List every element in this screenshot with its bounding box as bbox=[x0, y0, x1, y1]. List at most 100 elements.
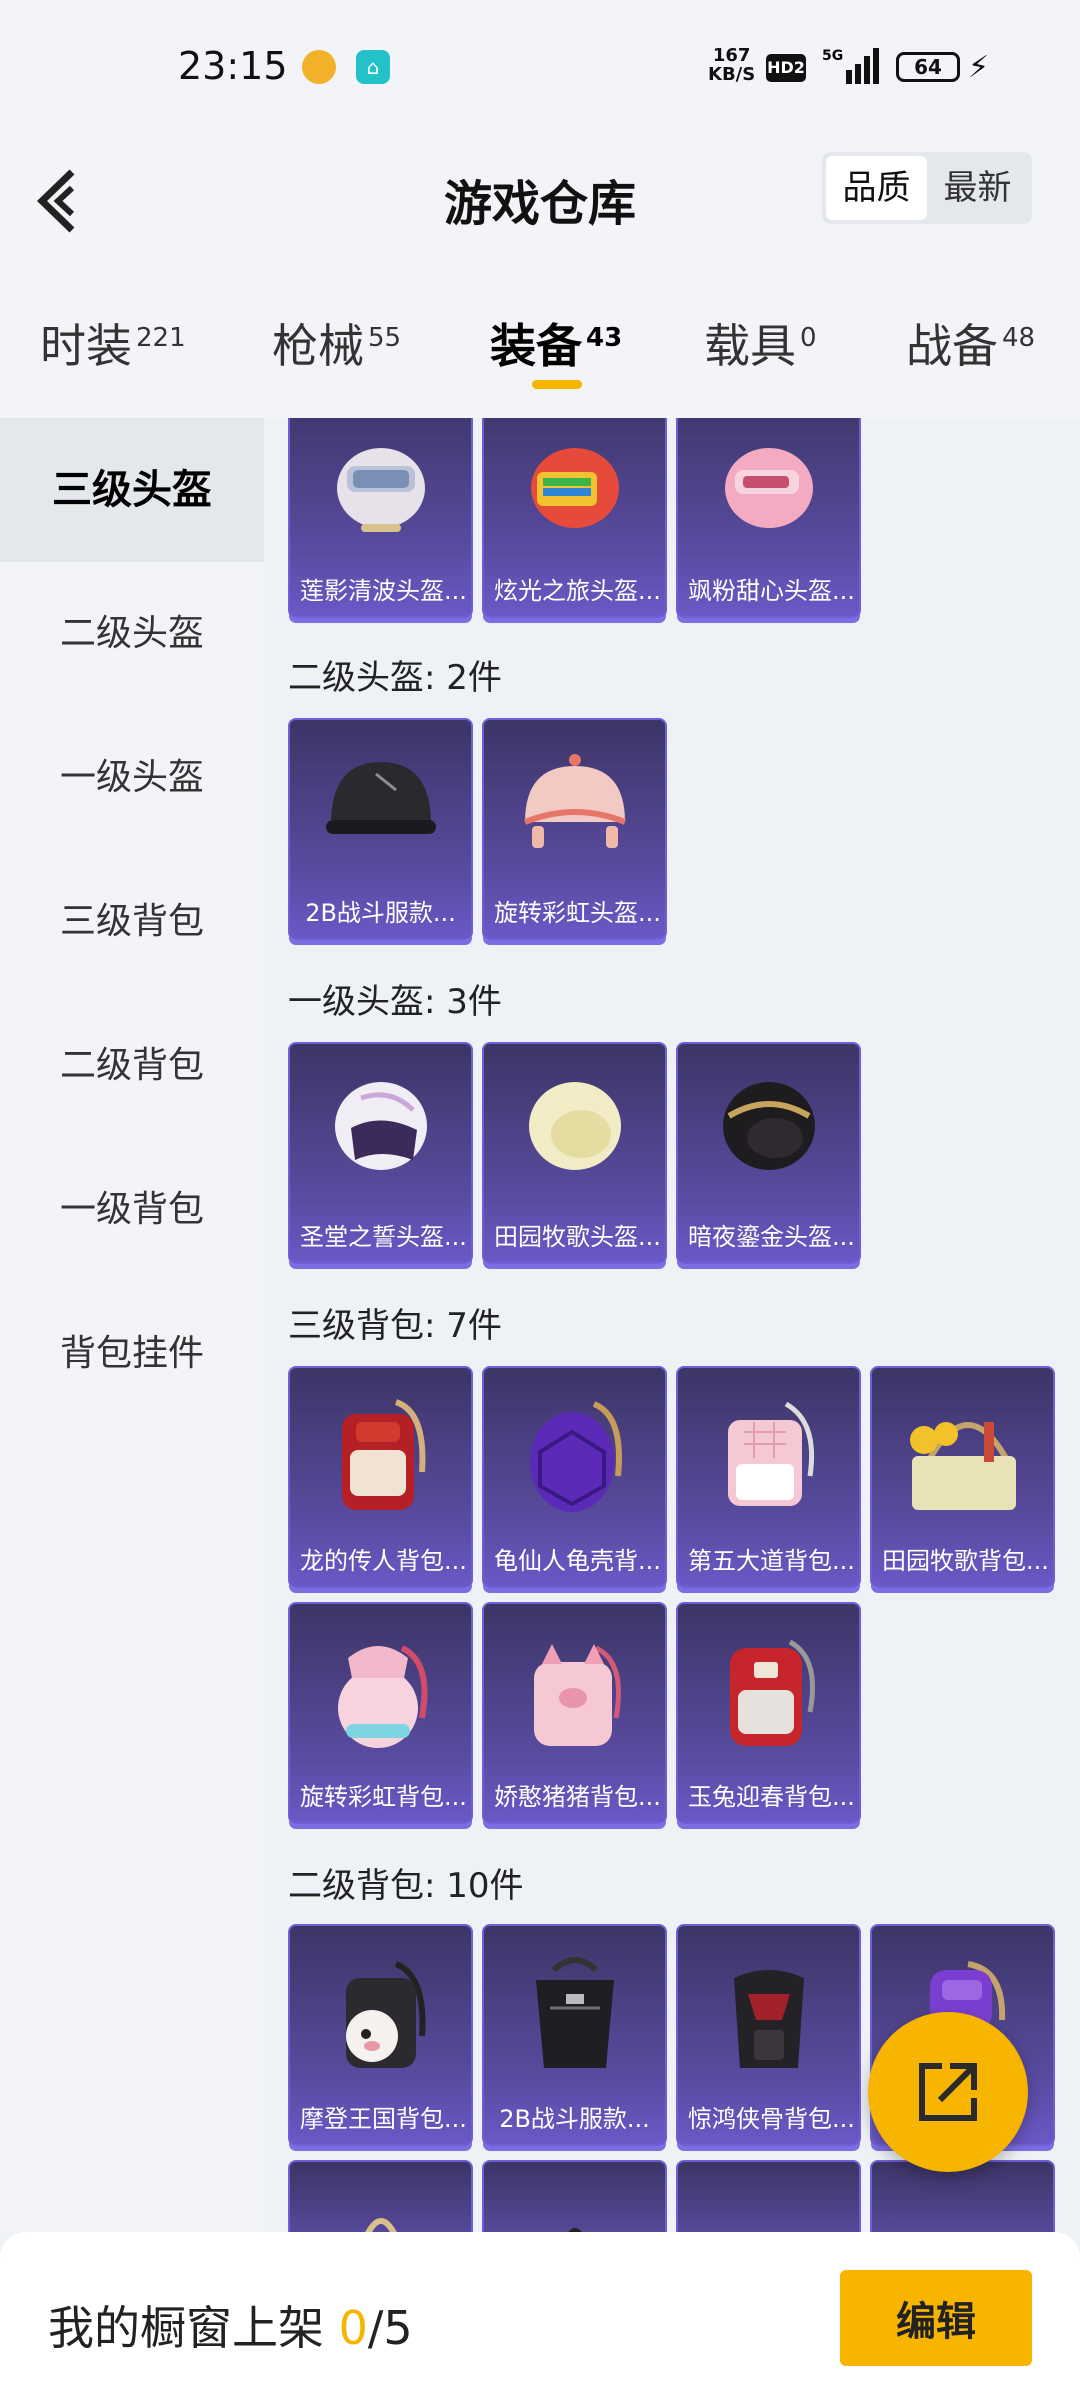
backpack-icon bbox=[535, 1957, 614, 2068]
item-name: 暗夜鎏金头盔... bbox=[688, 1223, 855, 1251]
item-card[interactable]: 田园牧歌背包... bbox=[870, 1366, 1055, 1588]
backpack-icon bbox=[733, 1970, 804, 2068]
backpack-icon bbox=[529, 1401, 622, 1512]
item-name: 旋转彩虹头盔... bbox=[494, 899, 661, 927]
item-card[interactable]: 惊鸿侠骨背包... bbox=[676, 1924, 861, 2146]
tab-vehicles[interactable]: 载具 0 bbox=[704, 310, 817, 376]
item-card[interactable]: 莲影清波头盔... bbox=[288, 418, 473, 618]
status-time: 23:15 bbox=[178, 44, 288, 88]
sidebar-item-level3-backpack[interactable]: 三级背包 bbox=[0, 850, 264, 994]
signal-icon: 5G bbox=[822, 48, 879, 84]
item-grid: 莲影清波头盔... 炫光之旅头盔... 飒粉甜心头盔... 二级头盔: 2件 2… bbox=[264, 418, 1080, 2232]
item-card[interactable]: 暗夜鎏金头盔... bbox=[676, 1042, 861, 1264]
item-name: 田园牧歌头盔... bbox=[494, 1223, 661, 1251]
category-sidebar: 三级头盔 二级头盔 一级头盔 三级背包 二级背包 一级背包 背包挂件 bbox=[0, 418, 264, 2232]
sort-toggle: 品质 最新 bbox=[822, 152, 1032, 224]
bottom-bar: 我的橱窗上架 0/5 编辑 bbox=[0, 2232, 1080, 2400]
backpack-icon bbox=[533, 1644, 621, 1746]
backpack-icon bbox=[727, 1401, 814, 1506]
item-card[interactable]: 炫光之旅头盔... bbox=[482, 418, 667, 618]
home-app-icon: ⌂ bbox=[356, 50, 390, 84]
item-name: 龟仙人龟壳背... bbox=[494, 1547, 661, 1575]
category-tabs: 时装 221 枪械 55 装备 43 载具 0 战备 48 bbox=[0, 280, 1080, 418]
item-card[interactable]: 2B战斗服款... bbox=[288, 718, 473, 940]
backpack-icon bbox=[337, 1645, 427, 1748]
tab-guns[interactable]: 枪械 55 bbox=[272, 310, 401, 376]
item-card[interactable]: 旋转彩虹背包... bbox=[288, 1602, 473, 1824]
helmet-icon bbox=[336, 448, 425, 532]
notification-app-icon bbox=[302, 50, 336, 84]
helmet-icon bbox=[528, 1082, 621, 1170]
helmet-icon bbox=[523, 754, 626, 848]
item-name: 龙的传人背包... bbox=[300, 1547, 467, 1575]
helmet-icon bbox=[530, 448, 619, 528]
status-bar: 23:15 ⌂ 167 KB/S HD2 5G 64 ⚡ bbox=[0, 0, 1080, 140]
item-card[interactable]: 2B战斗服款... bbox=[482, 1924, 667, 2146]
item-card[interactable] bbox=[870, 2160, 1055, 2232]
section-title-level3-backpack: 三级背包: 7件 bbox=[288, 1306, 502, 1346]
sidebar-item-level2-helmet[interactable]: 二级头盔 bbox=[0, 562, 264, 706]
tab-fashion[interactable]: 时装 221 bbox=[40, 310, 186, 376]
item-card[interactable]: 圣堂之誓头盔... bbox=[288, 1042, 473, 1264]
item-name: 田园牧歌背包... bbox=[882, 1547, 1049, 1575]
item-card[interactable] bbox=[482, 2160, 667, 2232]
network-speed: 167 KB/S bbox=[708, 45, 756, 85]
item-card[interactable]: 龟仙人龟壳背... bbox=[482, 1366, 667, 1588]
battery-icon: 64 bbox=[896, 52, 960, 82]
item-name: 2B战斗服款... bbox=[499, 2105, 650, 2133]
item-name: 第五大道背包... bbox=[688, 1547, 855, 1575]
helmet-icon bbox=[724, 448, 813, 528]
section-title-level1-helmet: 一级头盔: 3件 bbox=[288, 982, 502, 1022]
sidebar-item-backpack-charm[interactable]: 背包挂件 bbox=[0, 1282, 264, 1426]
sort-quality-option[interactable]: 品质 bbox=[826, 156, 927, 220]
item-card[interactable] bbox=[676, 2160, 861, 2232]
sidebar-item-level3-helmet[interactable]: 三级头盔 bbox=[0, 418, 264, 562]
item-name: 惊鸿侠骨背包... bbox=[688, 2105, 855, 2133]
section-title-level2-backpack: 二级背包: 10件 bbox=[288, 1866, 524, 1906]
item-name: 娇憨猪猪背包... bbox=[494, 1783, 661, 1811]
item-name: 玉兔迎春背包... bbox=[688, 1783, 855, 1811]
item-card[interactable]: 摩登王国背包... bbox=[288, 1924, 473, 2146]
item-card[interactable]: 田园牧歌头盔... bbox=[482, 1042, 667, 1264]
item-card[interactable]: 旋转彩虹头盔... bbox=[482, 718, 667, 940]
item-card[interactable]: 娇憨猪猪背包... bbox=[482, 1602, 667, 1824]
item-card[interactable]: 第五大道背包... bbox=[676, 1366, 861, 1588]
helmet-icon bbox=[722, 1082, 815, 1170]
item-card[interactable]: 飒粉甜心头盔... bbox=[676, 418, 861, 618]
item-name: 飒粉甜心头盔... bbox=[688, 577, 855, 605]
backpack-icon bbox=[345, 1961, 425, 2068]
showcase-count: 我的橱窗上架 0/5 bbox=[48, 2301, 413, 2355]
active-tab-indicator bbox=[532, 380, 582, 389]
section-title-level2-helmet: 二级头盔: 2件 bbox=[288, 658, 502, 698]
edit-button[interactable]: 编辑 bbox=[840, 2270, 1032, 2366]
backpack-icon bbox=[364, 2218, 397, 2232]
helmet-icon bbox=[325, 762, 436, 834]
backpack-icon bbox=[714, 2186, 824, 2232]
item-card[interactable]: 龙的传人背包... bbox=[288, 1366, 473, 1588]
item-card[interactable]: 玉兔迎春背包... bbox=[676, 1602, 861, 1824]
tab-equipment[interactable]: 装备 43 bbox=[490, 310, 622, 376]
item-name: 旋转彩虹背包... bbox=[300, 1783, 467, 1811]
hd-voice-icon: HD2 bbox=[766, 54, 806, 82]
tab-supplies[interactable]: 战备 48 bbox=[906, 310, 1035, 376]
backpack-icon bbox=[909, 1422, 1016, 1510]
sidebar-item-level2-backpack[interactable]: 二级背包 bbox=[0, 994, 264, 1138]
backpack-icon bbox=[341, 1399, 425, 1510]
item-name: 炫光之旅头盔... bbox=[494, 577, 661, 605]
sidebar-item-level1-backpack[interactable]: 一级背包 bbox=[0, 1138, 264, 1282]
share-icon bbox=[919, 2063, 977, 2121]
sort-newest-option[interactable]: 最新 bbox=[927, 156, 1028, 220]
item-card[interactable] bbox=[288, 2160, 473, 2232]
item-name: 2B战斗服款... bbox=[305, 899, 456, 927]
helmet-icon bbox=[334, 1082, 427, 1170]
backpack-icon bbox=[729, 1639, 815, 1746]
share-button[interactable] bbox=[868, 2012, 1028, 2172]
backpack-icon bbox=[568, 2228, 581, 2232]
sidebar-item-level1-helmet[interactable]: 一级头盔 bbox=[0, 706, 264, 850]
backpack-icon bbox=[908, 2186, 1018, 2232]
item-name: 摩登王国背包... bbox=[300, 2105, 467, 2133]
item-name: 圣堂之誓头盔... bbox=[300, 1223, 467, 1251]
app-header: 游戏仓库 品质 最新 bbox=[0, 140, 1080, 280]
charging-icon: ⚡ bbox=[968, 50, 990, 85]
svg-text:5G: 5G bbox=[822, 48, 843, 64]
